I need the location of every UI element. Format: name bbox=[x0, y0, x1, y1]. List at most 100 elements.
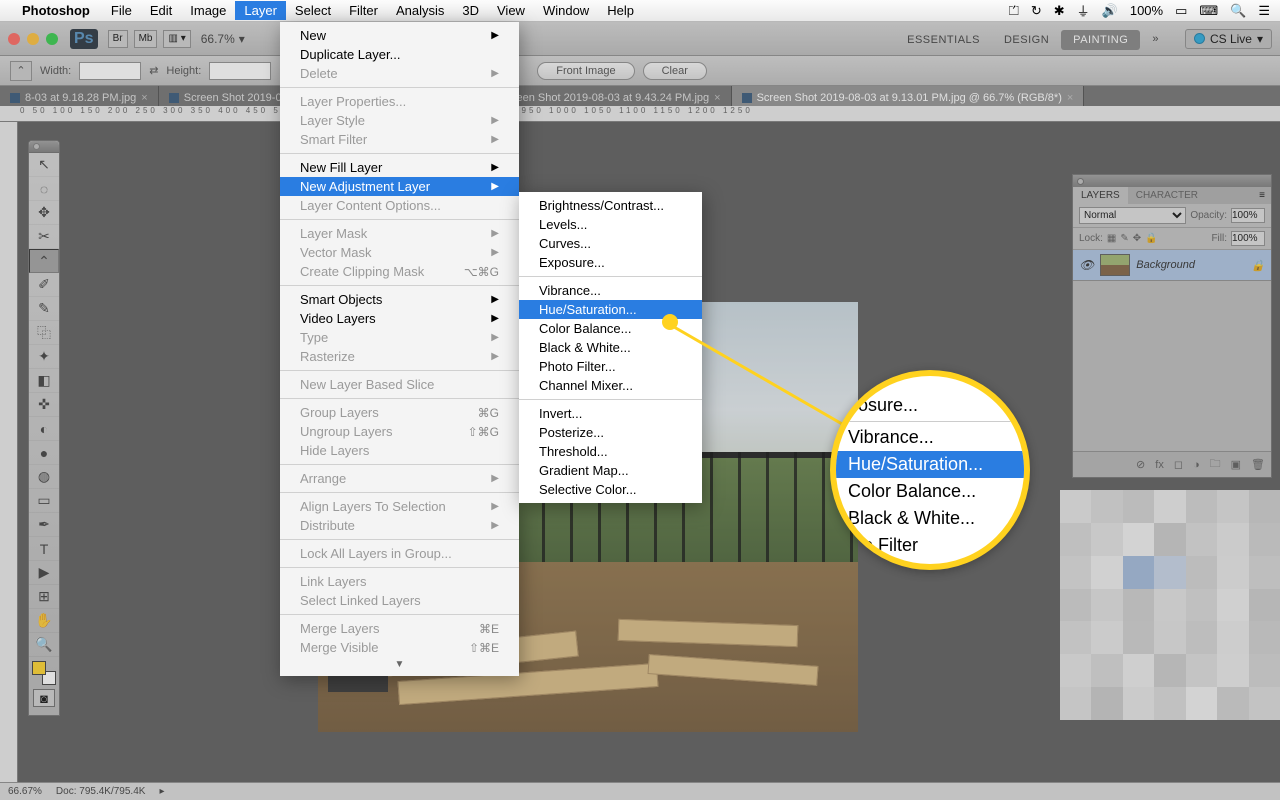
layers-empty-area[interactable] bbox=[1073, 281, 1271, 451]
menu-edit[interactable]: Edit bbox=[141, 1, 181, 20]
layers-tab[interactable]: LAYERS bbox=[1073, 187, 1128, 204]
height-input[interactable] bbox=[209, 62, 271, 80]
tool-11[interactable]: ◐ bbox=[29, 417, 59, 441]
close-icon[interactable] bbox=[8, 33, 20, 45]
tool-7[interactable]: ⿻ bbox=[29, 321, 59, 345]
tool-0[interactable]: ↖ bbox=[29, 153, 59, 177]
zoom-dropdown-icon[interactable]: ▾ bbox=[239, 32, 245, 46]
timemachine-icon[interactable]: ↻ bbox=[1031, 3, 1042, 19]
spotlight-icon[interactable]: 🔍 bbox=[1230, 3, 1246, 19]
tool-9[interactable]: ◧ bbox=[29, 369, 59, 393]
menu-window[interactable]: Window bbox=[534, 1, 598, 20]
menu-select[interactable]: Select bbox=[286, 1, 340, 20]
lock-position-icon[interactable]: ✥ bbox=[1133, 233, 1141, 244]
zoom-icon[interactable] bbox=[46, 33, 58, 45]
tool-18[interactable]: ⊞ bbox=[29, 585, 59, 609]
lock-transparent-icon[interactable]: ▦ bbox=[1107, 233, 1116, 244]
submenu-item-black-white-[interactable]: Black & White... bbox=[519, 338, 702, 357]
close-tab-icon[interactable]: × bbox=[141, 92, 147, 104]
menu-view[interactable]: View bbox=[488, 1, 534, 20]
submenu-item-vibrance-[interactable]: Vibrance... bbox=[519, 281, 702, 300]
tool-15[interactable]: ✒ bbox=[29, 513, 59, 537]
width-input[interactable] bbox=[79, 62, 141, 80]
menu-item-new-adjustment-layer[interactable]: New Adjustment Layer▶ bbox=[280, 177, 519, 196]
tool-14[interactable]: ▭ bbox=[29, 489, 59, 513]
tool-17[interactable]: ▶ bbox=[29, 561, 59, 585]
screen-mirror-icon[interactable]: ⏍ bbox=[1009, 3, 1019, 19]
status-arrow-icon[interactable]: ▸ bbox=[159, 786, 164, 797]
menu-image[interactable]: Image bbox=[181, 1, 235, 20]
submenu-item-levels-[interactable]: Levels... bbox=[519, 215, 702, 234]
layer-name[interactable]: Background bbox=[1136, 259, 1195, 271]
submenu-item-selective-color-[interactable]: Selective Color... bbox=[519, 480, 702, 499]
link-layers-icon[interactable]: ⊘ bbox=[1136, 458, 1145, 471]
submenu-item-photo-filter-[interactable]: Photo Filter... bbox=[519, 357, 702, 376]
tools-panel-header[interactable] bbox=[29, 141, 59, 153]
submenu-item-curves-[interactable]: Curves... bbox=[519, 234, 702, 253]
tool-10[interactable]: ✜ bbox=[29, 393, 59, 417]
submenu-item-invert-[interactable]: Invert... bbox=[519, 404, 702, 423]
minimize-icon[interactable] bbox=[27, 33, 39, 45]
group-icon[interactable]: 🗀 bbox=[1210, 455, 1221, 474]
panel-menu-icon[interactable]: ≡ bbox=[1253, 187, 1271, 204]
tool-6[interactable]: ✎ bbox=[29, 297, 59, 321]
submenu-item-threshold-[interactable]: Threshold... bbox=[519, 442, 702, 461]
foreground-color-swatch[interactable] bbox=[32, 661, 46, 675]
submenu-item-channel-mixer-[interactable]: Channel Mixer... bbox=[519, 376, 702, 395]
workspace-essentials[interactable]: ESSENTIALS bbox=[895, 30, 992, 50]
blend-mode-select[interactable]: Normal bbox=[1079, 207, 1186, 224]
status-zoom[interactable]: 66.67% bbox=[8, 786, 42, 797]
tool-20[interactable]: 🔍 bbox=[29, 633, 59, 657]
tool-19[interactable]: ✋ bbox=[29, 609, 59, 633]
opacity-input[interactable] bbox=[1231, 208, 1265, 223]
menu-layer[interactable]: Layer bbox=[235, 1, 286, 20]
workspace-design[interactable]: DESIGN bbox=[992, 30, 1061, 50]
menu-item-smart-objects[interactable]: Smart Objects▶ bbox=[280, 290, 519, 309]
tool-4[interactable]: ⌃ bbox=[29, 249, 59, 273]
bluetooth-icon[interactable]: ✱ bbox=[1054, 3, 1065, 19]
fill-input[interactable] bbox=[1231, 231, 1265, 246]
tool-1[interactable]: ◌ bbox=[29, 177, 59, 201]
workspace-painting[interactable]: PAINTING bbox=[1061, 30, 1140, 50]
tool-12[interactable]: ● bbox=[29, 441, 59, 465]
layer-mask-icon[interactable]: ◻ bbox=[1174, 458, 1183, 471]
input-source-icon[interactable]: ⌨ bbox=[1199, 3, 1218, 19]
submenu-item-posterize-[interactable]: Posterize... bbox=[519, 423, 702, 442]
close-tab-icon[interactable]: × bbox=[714, 92, 720, 104]
more-workspaces-button[interactable]: » bbox=[1140, 29, 1171, 49]
tool-16[interactable]: T bbox=[29, 537, 59, 561]
minibridge-button[interactable]: Mb bbox=[134, 30, 158, 48]
visibility-icon[interactable]: 👁 bbox=[1079, 258, 1094, 272]
layer-row-background[interactable]: 👁 Background 🔒 bbox=[1073, 250, 1271, 281]
menu-item-new-fill-layer[interactable]: New Fill Layer▶ bbox=[280, 158, 519, 177]
bridge-button[interactable]: Br bbox=[108, 30, 128, 48]
crop-tool-preset-icon[interactable]: ⌃ bbox=[10, 61, 32, 81]
layer-thumbnail[interactable] bbox=[1100, 254, 1130, 276]
menu-overflow-arrow-icon[interactable]: ▼ bbox=[280, 657, 519, 672]
menu-item-duplicate-layer-[interactable]: Duplicate Layer... bbox=[280, 45, 519, 64]
adjustment-layer-icon[interactable]: ◑ bbox=[1193, 459, 1200, 471]
menu-filter[interactable]: Filter bbox=[340, 1, 387, 20]
menu-help[interactable]: Help bbox=[598, 1, 643, 20]
tool-3[interactable]: ✂ bbox=[29, 225, 59, 249]
cs-live-button[interactable]: CS Live ▾ bbox=[1185, 29, 1272, 49]
panel-header[interactable] bbox=[1073, 175, 1271, 187]
new-layer-icon[interactable]: ▣ bbox=[1231, 458, 1241, 471]
status-doc-info[interactable]: Doc: 795.4K/795.4K bbox=[56, 786, 146, 797]
submenu-item-exposure-[interactable]: Exposure... bbox=[519, 253, 702, 272]
menu-analysis[interactable]: Analysis bbox=[387, 1, 453, 20]
battery-icon[interactable]: ▭ bbox=[1175, 3, 1187, 19]
document-tab[interactable]: Screen Shot 2019-08-03 at 9.13.01 PM.jpg… bbox=[732, 86, 1085, 106]
menu-item-video-layers[interactable]: Video Layers▶ bbox=[280, 309, 519, 328]
tool-13[interactable]: ◍ bbox=[29, 465, 59, 489]
menu-3d[interactable]: 3D bbox=[453, 1, 488, 20]
front-image-button[interactable]: Front Image bbox=[537, 62, 634, 80]
menu-item-new[interactable]: New▶ bbox=[280, 26, 519, 45]
volume-icon[interactable]: 🔊 bbox=[1102, 3, 1118, 19]
close-tab-icon[interactable]: × bbox=[1067, 92, 1073, 104]
swap-icon[interactable]: ⇄ bbox=[149, 64, 158, 77]
delete-layer-icon[interactable]: 🗑 bbox=[1251, 458, 1265, 471]
lock-all-icon[interactable]: 🔒 bbox=[1145, 233, 1157, 244]
view-extras-button[interactable]: ▥ ▾ bbox=[163, 30, 190, 48]
app-name[interactable]: Photoshop bbox=[22, 3, 90, 18]
